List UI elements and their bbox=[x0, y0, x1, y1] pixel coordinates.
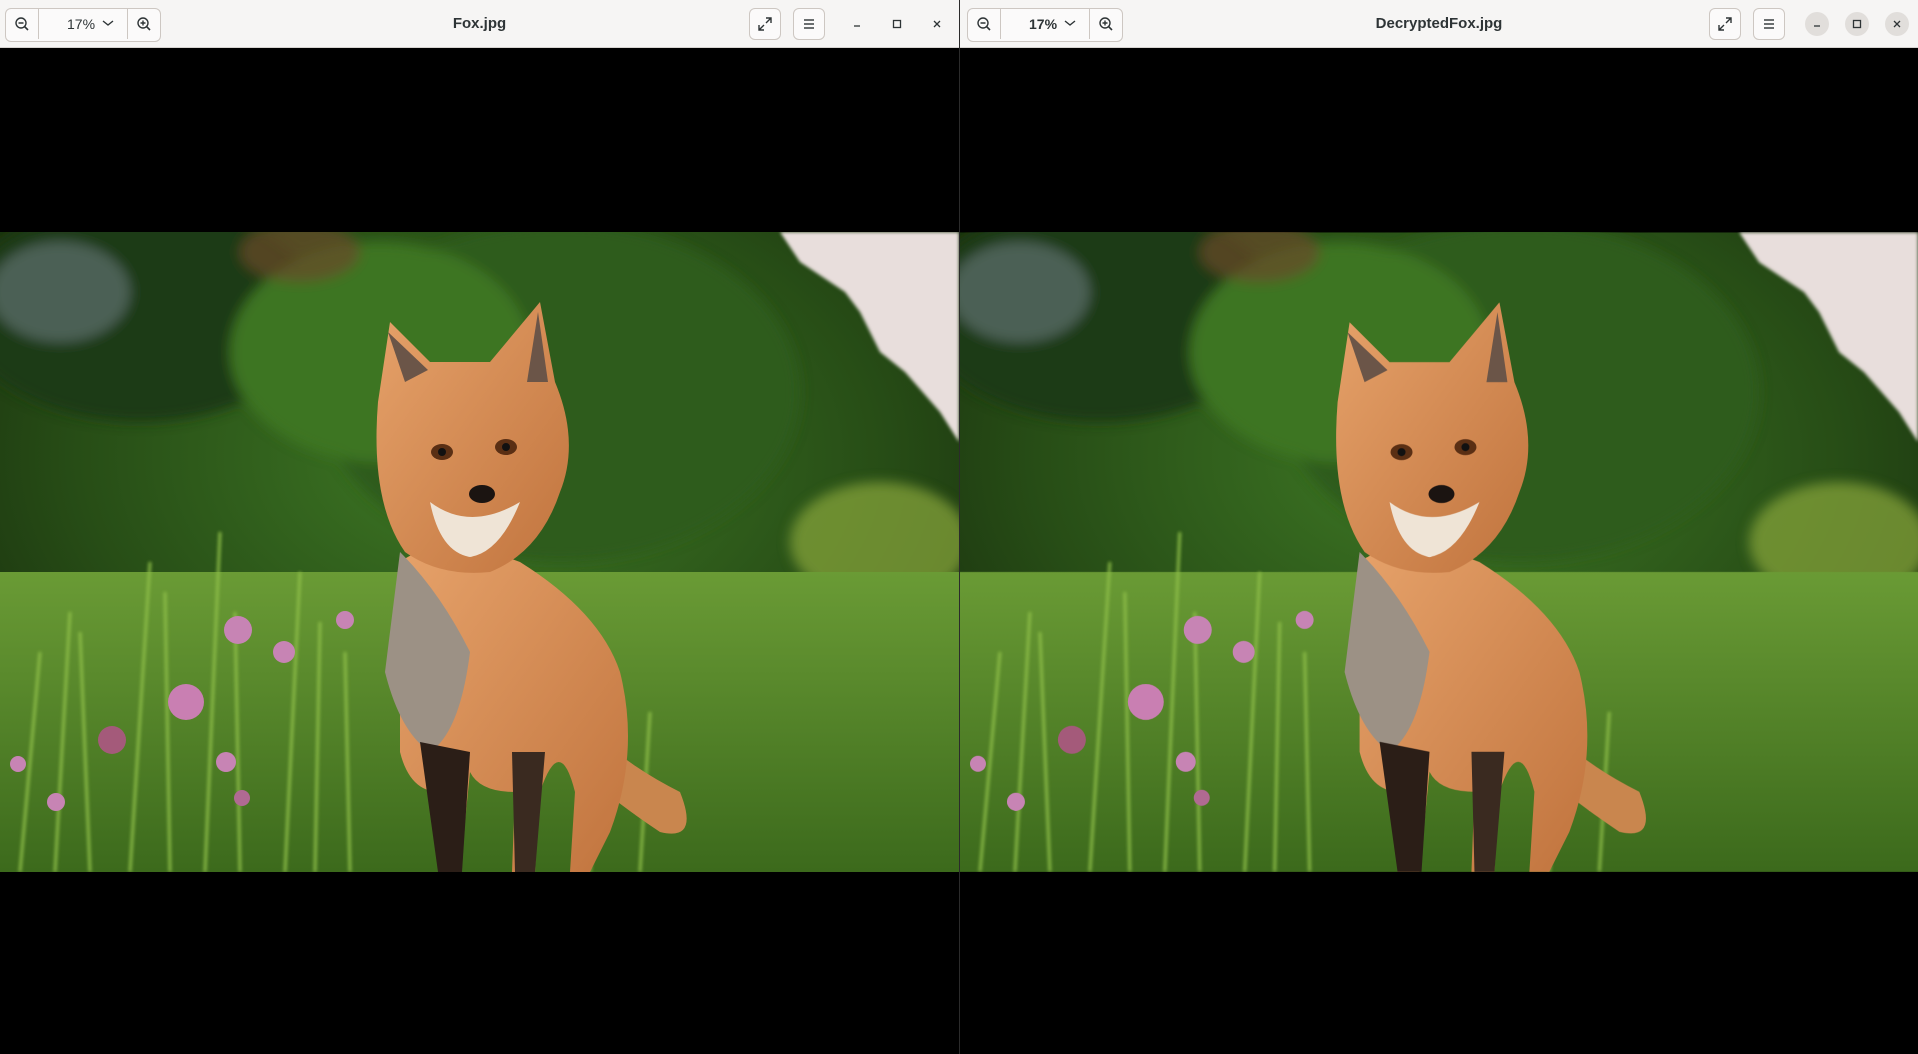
zoom-out-icon bbox=[15, 17, 29, 31]
hamburger-menu-icon bbox=[804, 19, 814, 29]
minimize-button[interactable] bbox=[845, 12, 869, 36]
zoom-out-button[interactable] bbox=[6, 9, 38, 39]
main-menu-button[interactable] bbox=[1753, 8, 1785, 40]
zoom-level-dropdown[interactable]: 17% bbox=[1000, 9, 1090, 39]
image-viewer-window-right: 17% DecryptedFox.jpg bbox=[960, 0, 1918, 1054]
fullscreen-icon bbox=[1718, 17, 1732, 31]
headerbar: 17% DecryptedFox.jpg bbox=[960, 0, 1918, 48]
maximize-button[interactable] bbox=[885, 12, 909, 36]
zoom-in-icon bbox=[137, 17, 151, 31]
maximize-button[interactable] bbox=[1845, 12, 1869, 36]
close-icon bbox=[933, 20, 941, 28]
zoom-out-button[interactable] bbox=[968, 9, 1000, 39]
zoom-level-dropdown[interactable]: 17% bbox=[38, 9, 128, 39]
zoom-level-value: 17% bbox=[67, 16, 96, 32]
fox-photo-image bbox=[960, 232, 1918, 872]
displayed-image bbox=[960, 232, 1918, 872]
minimize-icon bbox=[1814, 25, 1820, 27]
zoom-control-group: 17% bbox=[967, 8, 1123, 42]
zoom-out-icon bbox=[977, 17, 991, 31]
minimize-button[interactable] bbox=[1805, 12, 1829, 36]
zoom-in-button[interactable] bbox=[128, 9, 160, 39]
image-viewer-window-left: 17% Fox.jpg bbox=[0, 0, 959, 1054]
close-button[interactable] bbox=[925, 12, 949, 36]
main-menu-button[interactable] bbox=[793, 8, 825, 40]
maximize-icon bbox=[892, 19, 902, 29]
image-canvas[interactable] bbox=[960, 48, 1918, 1054]
maximize-icon bbox=[1852, 19, 1862, 29]
fox-photo-image bbox=[0, 232, 959, 872]
chevron-down-icon bbox=[1064, 20, 1076, 26]
displayed-image bbox=[0, 232, 959, 872]
hamburger-menu-icon bbox=[1764, 19, 1774, 29]
minimize-icon bbox=[854, 25, 860, 27]
zoom-in-icon bbox=[1099, 17, 1113, 31]
close-button[interactable] bbox=[1885, 12, 1909, 36]
chevron-down-icon bbox=[102, 20, 114, 26]
close-icon bbox=[1893, 20, 1901, 28]
fullscreen-button[interactable] bbox=[749, 8, 781, 40]
zoom-control-group: 17% bbox=[5, 8, 161, 42]
fullscreen-button[interactable] bbox=[1709, 8, 1741, 40]
fullscreen-icon bbox=[758, 17, 772, 31]
headerbar: 17% Fox.jpg bbox=[0, 0, 959, 48]
zoom-level-value: 17% bbox=[1029, 16, 1058, 32]
image-canvas[interactable] bbox=[0, 48, 959, 1054]
zoom-in-button[interactable] bbox=[1090, 9, 1122, 39]
